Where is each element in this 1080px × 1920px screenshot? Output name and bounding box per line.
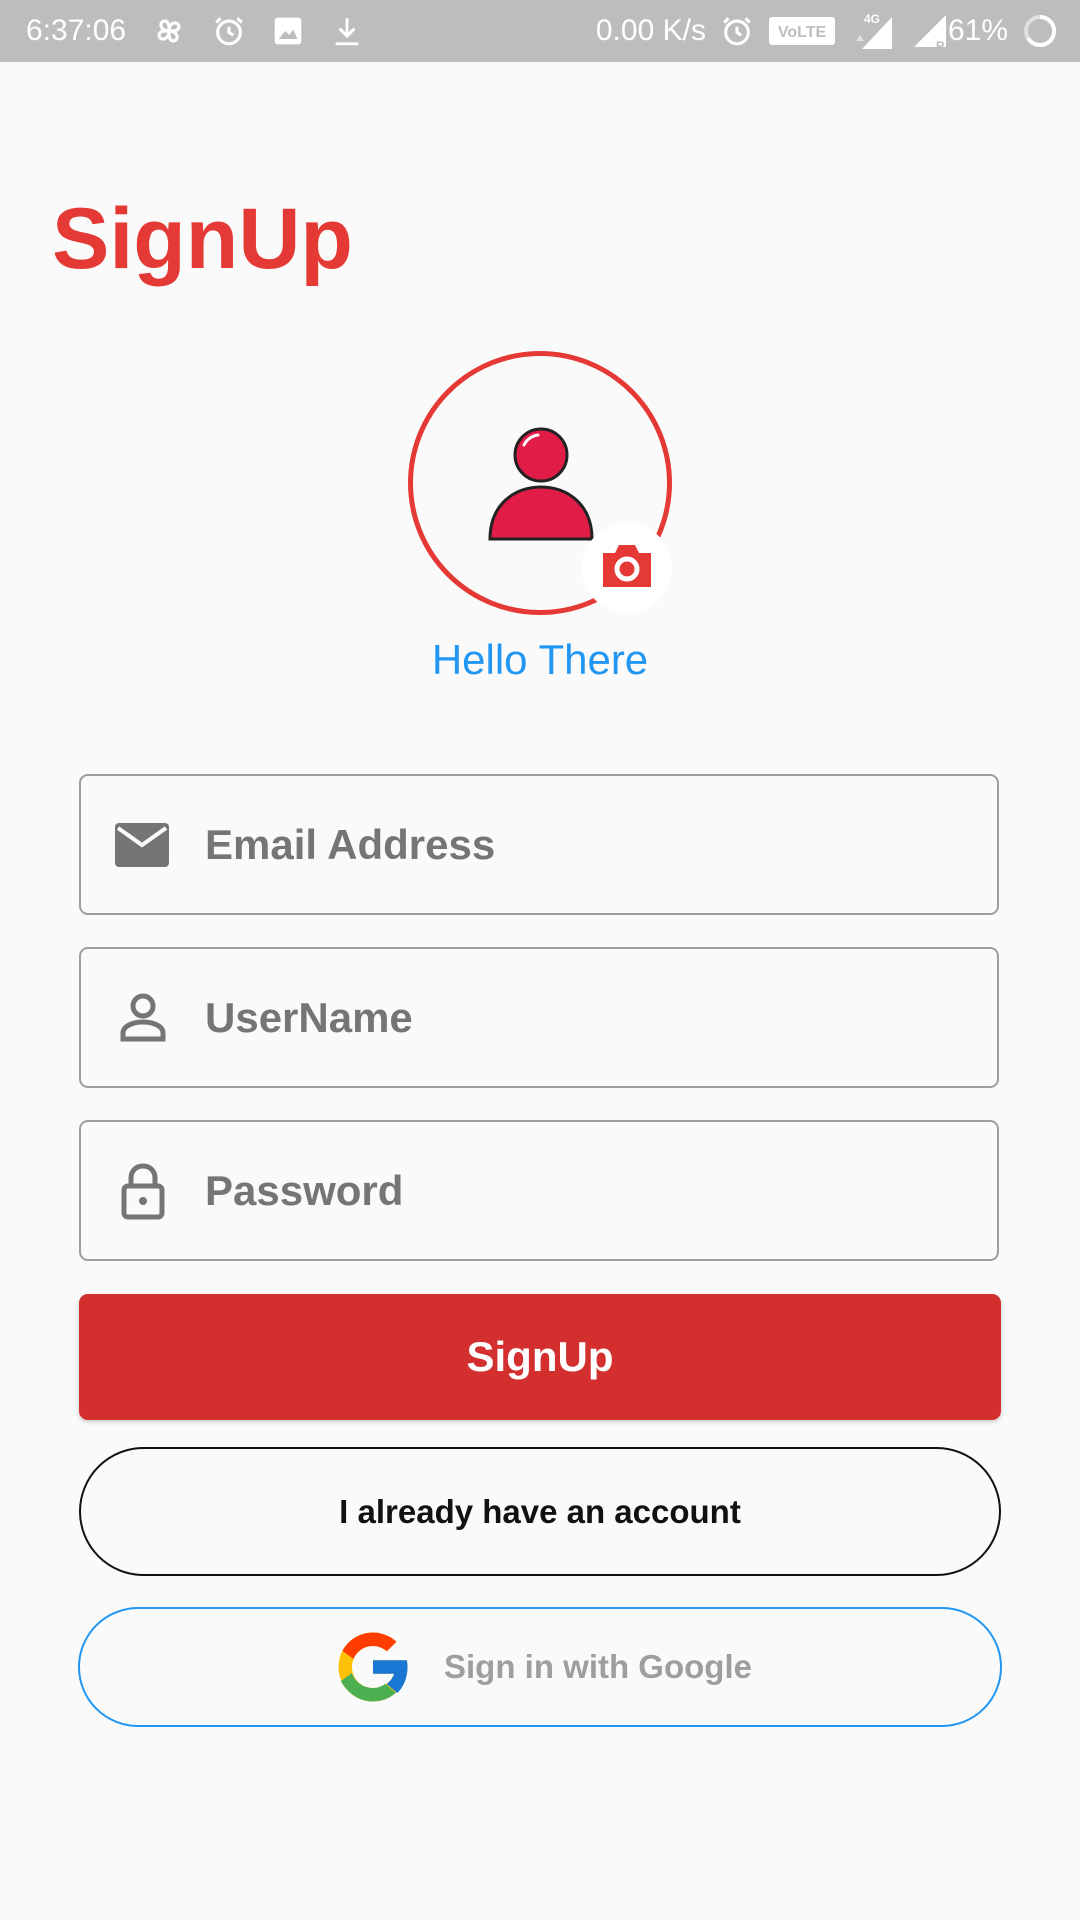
user-avatar-icon	[486, 425, 596, 546]
greeting-text: Hello There	[431, 636, 649, 683]
existing-account-button[interactable]: I already have an account	[79, 1447, 1001, 1576]
mail-icon	[115, 776, 169, 913]
email-input[interactable]	[205, 776, 965, 913]
alarm-icon	[212, 14, 246, 48]
battery-percent: 61%	[947, 14, 1008, 47]
network-speed: 0.00 K/s	[595, 14, 706, 47]
download-icon	[330, 14, 364, 48]
google-logo-icon	[328, 1622, 418, 1712]
alarm-icon	[720, 14, 754, 48]
volte-label: VoLTE	[778, 24, 827, 41]
google-signin-label: Sign in with Google	[444, 1648, 752, 1685]
username-field[interactable]	[79, 947, 999, 1088]
network-type: 4G	[864, 12, 880, 26]
status-bar-right: 0.00 K/s VoLTE 4G R 61%	[596, 0, 1058, 62]
password-field[interactable]	[79, 1120, 999, 1261]
password-input[interactable]	[205, 1122, 965, 1259]
lock-icon	[115, 1122, 171, 1259]
clock: 6:37:06	[26, 14, 127, 47]
avatar-picker[interactable]	[408, 351, 672, 615]
signup-button[interactable]: SignUp	[79, 1294, 1001, 1420]
camera-icon	[599, 541, 655, 596]
signal-4g-icon: 4G	[850, 11, 894, 51]
person-icon	[115, 949, 171, 1086]
google-signin-button[interactable]: Sign in with Google	[78, 1607, 1002, 1727]
pinwheel-icon	[152, 14, 186, 48]
roaming-label: R	[936, 39, 945, 51]
page-title: SignUp	[52, 191, 353, 287]
email-field[interactable]	[79, 774, 999, 915]
battery-ring-icon	[1022, 13, 1058, 49]
username-input[interactable]	[205, 949, 965, 1086]
status-bar-left: 6:37:06	[26, 0, 364, 62]
signal-roaming-icon: R	[908, 11, 948, 51]
status-bar: 6:37:06 0.00 K/s VoLTE 4G R 61%	[0, 0, 1080, 62]
change-photo-button[interactable]	[582, 523, 672, 613]
volte-icon: VoLTE	[768, 16, 836, 46]
image-icon	[272, 15, 304, 47]
